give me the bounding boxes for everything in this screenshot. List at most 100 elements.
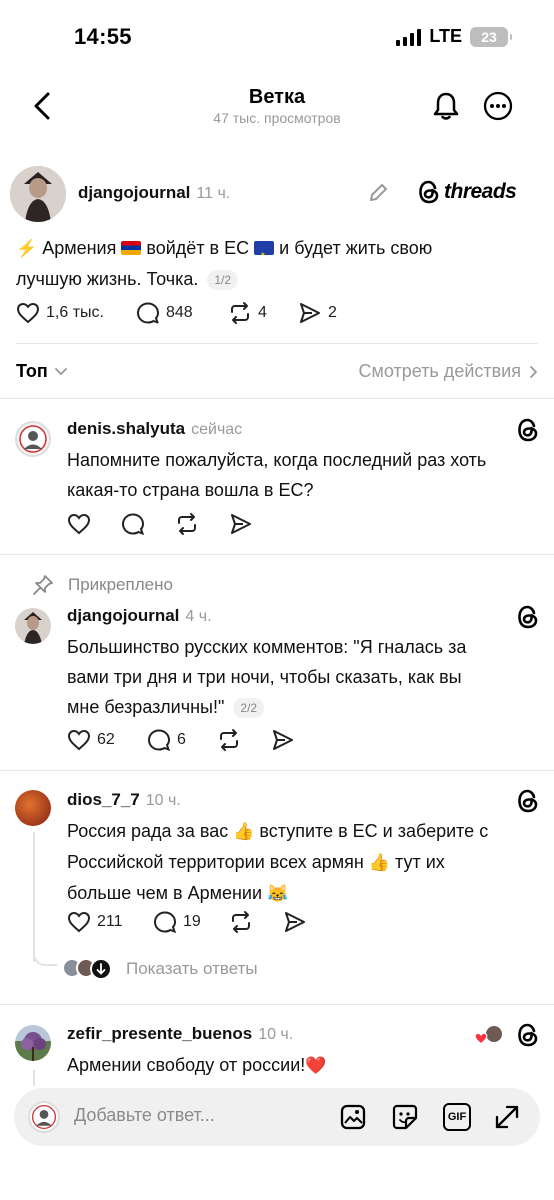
repost-icon	[178, 513, 196, 535]
comment-icon	[121, 513, 145, 536]
divider	[0, 1004, 554, 1005]
threads-logo-icon	[514, 603, 542, 631]
repost-button[interactable]	[217, 728, 271, 752]
gif-icon: GIF	[443, 1103, 471, 1131]
avatar-image	[21, 1032, 46, 1061]
comment-count: 848	[166, 304, 193, 321]
reply-text-line: тут их	[395, 852, 445, 872]
share-button[interactable]	[229, 512, 253, 536]
repost-button[interactable]	[229, 910, 283, 934]
like-button[interactable]	[67, 513, 121, 535]
pin-icon	[33, 575, 53, 595]
sort-dropdown[interactable]: Топ	[16, 361, 68, 382]
reply-username[interactable]: zefir_presente_buenos	[67, 1024, 252, 1043]
reply-username[interactable]: djangojournal	[67, 606, 179, 625]
show-replies-button[interactable]: Показать ответы	[62, 958, 258, 980]
avatar-image	[19, 425, 47, 453]
more-button[interactable]	[480, 86, 516, 126]
like-count: 1,6 тыс.	[46, 304, 104, 321]
op-text-1: Армения	[42, 238, 117, 258]
thread-line	[33, 1070, 35, 1086]
armenia-flag-icon	[121, 241, 142, 255]
pencil-icon	[370, 184, 387, 201]
comment-button[interactable]: 19	[153, 910, 229, 934]
thread-line-curve	[33, 950, 57, 966]
reply-avatars-stack	[62, 958, 112, 980]
heart-icon	[17, 303, 39, 323]
reply-avatar[interactable]	[15, 421, 51, 457]
sort-label: Топ	[16, 361, 48, 381]
reply-time: 10 ч.	[258, 1026, 294, 1043]
like-button[interactable]: 211	[67, 911, 153, 933]
reply-username[interactable]: denis.shalyuta	[67, 419, 185, 438]
chevron-down-icon	[54, 367, 67, 375]
reply-author: djangojournal 4 ч.	[67, 606, 212, 626]
like-button[interactable]: 1,6 тыс.	[16, 302, 136, 324]
reply-username[interactable]: dios_7_7	[67, 790, 140, 809]
divider	[0, 398, 554, 399]
send-icon	[285, 912, 305, 932]
signal-icon	[396, 28, 422, 46]
thumbs-up-emoji: 👍	[233, 822, 255, 841]
sticker-icon	[392, 1104, 418, 1130]
reply-input[interactable]: Добавьте ответ...	[74, 1105, 215, 1126]
status-indicators: LTE 23	[396, 26, 512, 47]
heart-icon	[67, 911, 91, 933]
repost-button[interactable]: 4	[228, 301, 298, 325]
op-text-3: и будет жить свою	[279, 238, 433, 258]
bell-icon	[433, 92, 459, 120]
share-button[interactable]	[283, 910, 307, 934]
op-time: 11 ч.	[196, 185, 231, 202]
repost-button[interactable]	[175, 512, 229, 536]
op-pager: 1/2	[207, 270, 239, 291]
divider	[16, 343, 538, 344]
reply-text-line: Большинство русских комментов: "Я гналас…	[67, 637, 467, 657]
reply-text-line: Напомните пожалуйста, когда последний ра…	[67, 450, 487, 470]
show-replies-label: Показать ответы	[126, 959, 258, 978]
view-activity-link[interactable]: Смотреть действия	[359, 361, 538, 382]
expand-icon	[495, 1105, 519, 1129]
avatar-image	[31, 1104, 57, 1130]
threads-logo-icon	[518, 418, 538, 442]
share-count: 2	[328, 304, 337, 321]
comment-button[interactable]: 848	[136, 301, 228, 325]
comment-button[interactable]	[121, 512, 175, 536]
gif-button[interactable]: GIF	[440, 1100, 474, 1134]
expand-button[interactable]	[490, 1100, 524, 1134]
reply-avatar[interactable]	[15, 608, 51, 644]
reply-text-line: больше чем в Армении	[67, 883, 263, 903]
reply-avatar[interactable]	[15, 1025, 51, 1061]
composer-avatar	[28, 1101, 60, 1133]
reply-text: Россия рада за вас 👍 вступите в ЕС и заб…	[67, 816, 547, 909]
like-button[interactable]: 62	[67, 729, 147, 751]
op-avatar[interactable]	[10, 166, 66, 222]
reply-text-line: какая-то страна вошла в ЕС?	[67, 480, 314, 500]
battery-level: 23	[481, 28, 497, 45]
more-icon	[483, 91, 513, 121]
reply-text: Армении свободу от россии!❤️	[67, 1050, 547, 1081]
share-button[interactable]: 2	[298, 301, 337, 325]
reply-avatar[interactable]	[15, 790, 51, 826]
sticker-button[interactable]	[388, 1100, 422, 1134]
repost-count: 4	[258, 304, 267, 321]
heart-icon	[67, 729, 91, 751]
comment-icon	[137, 302, 159, 324]
threads-brand: threads	[418, 180, 517, 204]
heart-filled-icon	[474, 1032, 488, 1045]
notifications-button[interactable]	[426, 86, 466, 126]
comment-button[interactable]: 6	[147, 728, 217, 752]
crying-laughing-emoji: 😹	[267, 884, 289, 903]
edit-button[interactable]	[364, 180, 392, 206]
share-button[interactable]	[271, 728, 295, 752]
op-username[interactable]: djangojournal	[78, 183, 190, 202]
threads-wordmark: threads	[444, 180, 517, 203]
op-text-4: лучшую жизнь. Точка.	[16, 269, 199, 289]
reply-author: denis.shalyuta сейчас	[67, 419, 242, 439]
reply-text-line: Россия рада за вас	[67, 821, 229, 841]
reply-text-line: Российской территории всех армян	[67, 852, 364, 872]
attach-image-button[interactable]	[336, 1100, 370, 1134]
reply-author: dios_7_7 10 ч.	[67, 790, 181, 810]
reply-text-line: Армении свободу от россии!	[67, 1055, 306, 1075]
reply-time: 4 ч.	[185, 608, 212, 625]
threads-logo-icon	[518, 789, 538, 813]
